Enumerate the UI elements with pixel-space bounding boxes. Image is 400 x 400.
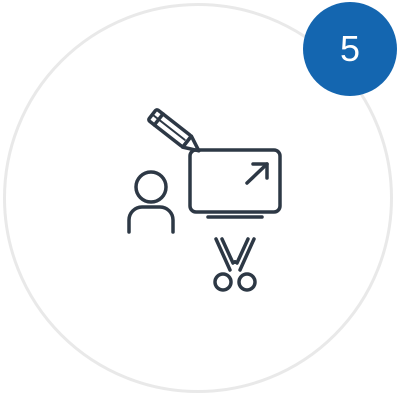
arrow-up-right-icon [245,162,269,185]
monitor-icon [188,148,282,219]
step-number-badge: 5 [303,2,397,96]
step-card: 5 [0,0,400,400]
person-icon [127,170,175,234]
pencil-icon [147,108,201,153]
scissors-icon [213,237,257,292]
